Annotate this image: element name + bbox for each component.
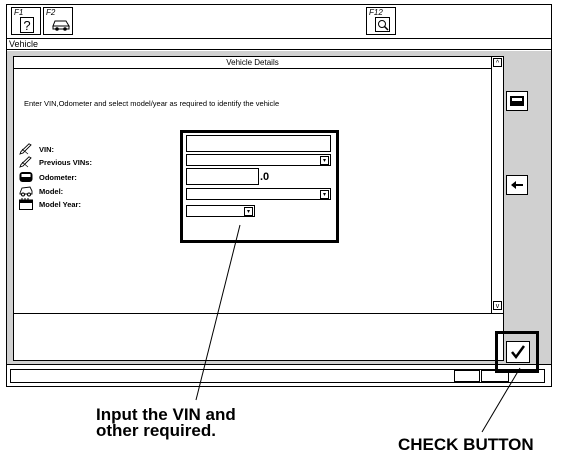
- check-button-callout-text: CHECK BUTTON: [398, 435, 534, 454]
- check-callout-line: [481, 367, 521, 433]
- input-callout-text: Input the VIN and other required.: [96, 406, 236, 440]
- check-button[interactable]: [506, 341, 530, 363]
- input-callout-line2: other required.: [96, 421, 216, 440]
- callout-lines: [195, 224, 521, 433]
- input-callout-line: [195, 224, 241, 401]
- checkmark-icon: [511, 345, 526, 360]
